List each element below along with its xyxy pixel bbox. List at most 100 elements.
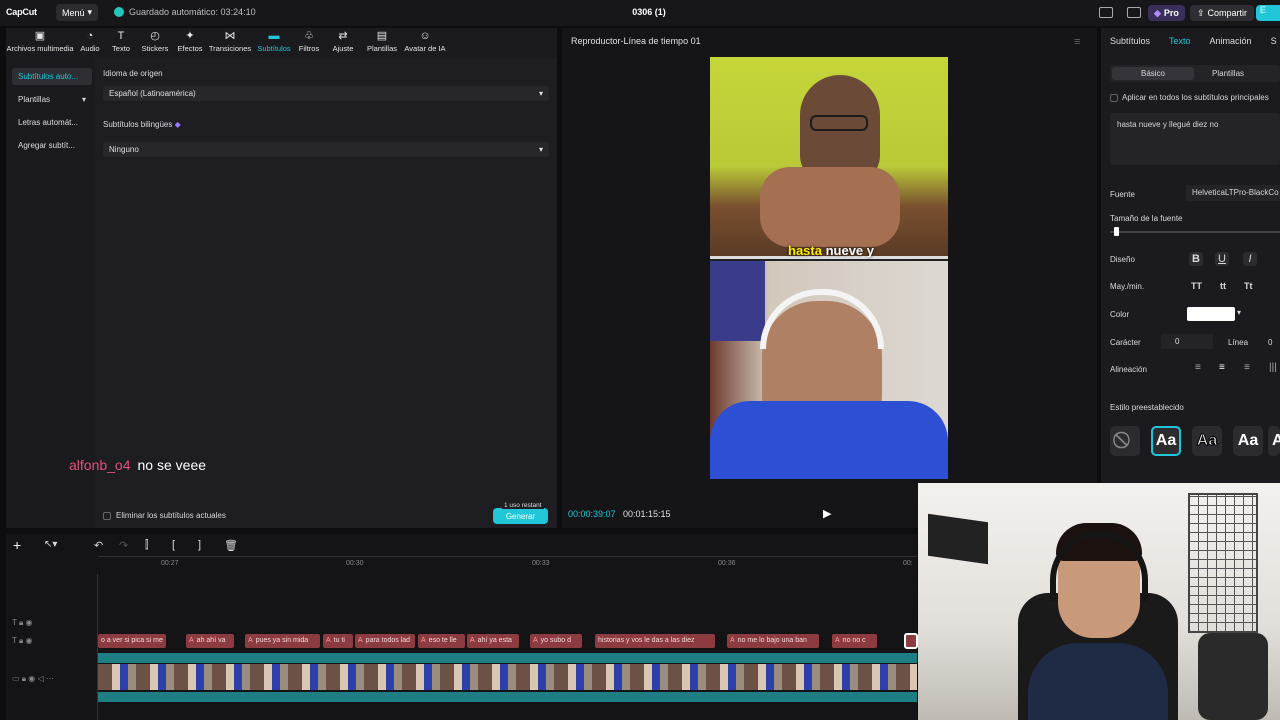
video-track[interactable] <box>98 664 917 690</box>
share-label: Compartir <box>1207 8 1248 18</box>
layout-icon[interactable] <box>1099 7 1113 18</box>
slider-handle[interactable] <box>1114 227 1119 236</box>
clip-text: historias y vos le das a las diez <box>598 637 695 644</box>
clip-tag: A <box>835 637 840 644</box>
bold-button[interactable]: B <box>1189 252 1203 266</box>
subtab-basic[interactable]: Básico <box>1112 67 1194 80</box>
redo-icon[interactable]: ↷ <box>119 539 128 552</box>
subtitle-clip[interactable]: Aah ahí va <box>186 634 234 648</box>
nav-templates[interactable]: Plantillas ▾ <box>12 91 92 108</box>
menu-button[interactable]: Menú ▾ <box>56 4 99 21</box>
align-center-icon[interactable]: ≡ <box>1219 362 1225 373</box>
video-preview[interactable]: hasta nueve y <box>710 57 948 479</box>
split-icon[interactable]: ⫿ <box>145 539 149 552</box>
subtitle-clip[interactable]: Atu ti <box>323 634 353 648</box>
tool-sticker[interactable]: ◴ Stickers <box>136 28 174 56</box>
clip-text: o a ver si pica si me <box>101 637 163 644</box>
bilingual-label-text: Subtítulos bilingües <box>103 120 173 129</box>
tool-adjust[interactable]: ⇄ Ajuste <box>324 28 362 56</box>
tool-avatar[interactable]: ☺ Avatar de IA <box>402 28 448 56</box>
tool-label: Archivos multimedia <box>6 44 74 53</box>
preset-style-2[interactable]: Aa <box>1192 426 1222 456</box>
clip-tag: A <box>358 637 363 644</box>
line-spacing-value[interactable]: 0 <box>1268 338 1272 347</box>
subtitle-track-controls[interactable]: T 🔒︎ ◉ <box>12 636 32 646</box>
tool-transitions[interactable]: ⋈ Transiciones <box>206 28 254 56</box>
menu-icon[interactable]: ≡ <box>1074 36 1080 48</box>
color-swatch[interactable] <box>1187 307 1235 321</box>
font-select[interactable]: HelveticaLTPro-BlackCo <box>1186 185 1280 201</box>
nav-auto-subtitles[interactable]: Subtítulos auto... <box>12 68 92 85</box>
undo-icon[interactable]: ↶ <box>94 539 103 552</box>
effects-icon: ✦ <box>185 30 195 42</box>
preset-style-1[interactable]: Aa <box>1151 426 1181 456</box>
align-right-icon[interactable]: ≡ <box>1244 362 1250 373</box>
tool-media[interactable]: ▣ Archivos multimedia <box>6 28 74 56</box>
subtitle-clip[interactable]: Aeso te lle <box>418 634 465 648</box>
source-language-label: Idioma de origen <box>103 69 163 78</box>
preset-style-4[interactable]: A <box>1268 426 1280 456</box>
line-spacing-label: Línea <box>1228 338 1249 347</box>
italic-button[interactable]: I <box>1243 252 1257 266</box>
case-upper-button[interactable]: TT <box>1191 281 1202 291</box>
subtitle-text-input[interactable]: hasta nueve y llegué diez no <box>1110 113 1280 165</box>
align-left-icon[interactable]: ≡ <box>1195 362 1201 373</box>
text-track-controls[interactable]: T 🔒︎ ◉ <box>12 618 32 628</box>
underline-button[interactable]: U <box>1215 252 1229 266</box>
pro-button[interactable]: ◆ Pro <box>1148 5 1185 21</box>
apply-all-checkbox[interactable]: Aplicar en todos los subtítulos principa… <box>1110 93 1269 102</box>
bold-label: B <box>1192 253 1200 265</box>
subtitle-clip[interactable]: o a ver si pica si me <box>98 634 166 648</box>
select-tool-icon[interactable]: ↖▾ <box>44 539 57 550</box>
export-button[interactable]: E <box>1256 5 1280 21</box>
shortcuts-icon[interactable] <box>1127 7 1141 18</box>
play-icon[interactable]: ▶ <box>823 507 831 520</box>
tab-more[interactable]: S <box>1271 36 1277 46</box>
subtitle-clip[interactable]: Apara todos lad <box>355 634 415 648</box>
tool-subtitles[interactable]: ▬ Subtítulos <box>254 28 294 56</box>
subtitle-clip[interactable]: Aahí ya esta <box>467 634 519 648</box>
preset-label: Aa <box>1196 432 1218 450</box>
tool-audio[interactable]: ◔ Audio <box>74 28 106 56</box>
tool-effects[interactable]: ✦ Efectos <box>174 28 206 56</box>
share-button[interactable]: ⇪ Compartir <box>1190 5 1255 21</box>
subtitle-clip[interactable]: Ano me lo bajo una ban <box>727 634 819 648</box>
tab-subtitles[interactable]: Subtítulos <box>1110 36 1150 46</box>
audio-track[interactable] <box>98 692 917 702</box>
delete-icon[interactable]: 🗑 <box>224 539 238 552</box>
preset-none[interactable]: ⃠ <box>1110 426 1140 456</box>
trim-right-icon[interactable]: ] <box>198 539 201 551</box>
tab-text[interactable]: Texto <box>1169 36 1191 46</box>
subtitle-clip[interactable]: Ano no c <box>832 634 877 648</box>
delete-current-subtitles[interactable]: Eliminar los subtítulos actuales <box>103 511 226 520</box>
subtitle-clip[interactable]: Apues ya sin mida <box>245 634 320 648</box>
add-track-icon[interactable]: + <box>13 537 21 553</box>
subtitle-clip[interactable]: historias y vos le das a las diez <box>595 634 715 648</box>
caption-overlay: hasta nueve y <box>788 243 874 258</box>
selected-clip[interactable] <box>904 633 918 649</box>
video-track-controls[interactable]: ▭ 🔒︎ ◉ ◁ ⋯ <box>12 674 54 684</box>
align-justify-icon[interactable]: ||| <box>1269 362 1277 373</box>
tab-animation[interactable]: Animación <box>1210 36 1252 46</box>
nav-add-subtitles[interactable]: Agregar subtít... <box>12 137 92 154</box>
case-title-button[interactable]: Tt <box>1244 281 1253 291</box>
tool-templates[interactable]: ▤ Plantillas <box>362 28 402 56</box>
source-language-select[interactable]: Español (Latinoamérica) ▾ <box>103 86 549 101</box>
nav-auto-lyrics[interactable]: Letras automát... <box>12 114 92 131</box>
checkbox[interactable] <box>103 511 111 520</box>
checkbox[interactable] <box>1110 93 1118 102</box>
trim-left-icon[interactable]: [ <box>172 539 175 551</box>
bilingual-select[interactable]: Ninguno ▾ <box>103 142 549 157</box>
char-spacing-input[interactable]: 0 <box>1161 334 1213 349</box>
subtitle-clip[interactable]: Ayo subo d <box>530 634 582 648</box>
tool-filters[interactable]: ♧ Filtros <box>294 28 324 56</box>
caption-highlight: hasta <box>788 243 822 258</box>
subtab-templates[interactable]: Plantillas <box>1212 67 1244 80</box>
tool-text[interactable]: T Texto <box>106 28 136 56</box>
preset-style-3[interactable]: Aa <box>1233 426 1263 456</box>
font-size-slider[interactable] <box>1110 231 1280 233</box>
tool-label: Filtros <box>298 44 320 53</box>
generate-button[interactable]: Generar <box>493 508 548 524</box>
case-lower-button[interactable]: tt <box>1220 281 1226 291</box>
chevron-down-icon[interactable]: ▾ <box>1237 308 1241 317</box>
